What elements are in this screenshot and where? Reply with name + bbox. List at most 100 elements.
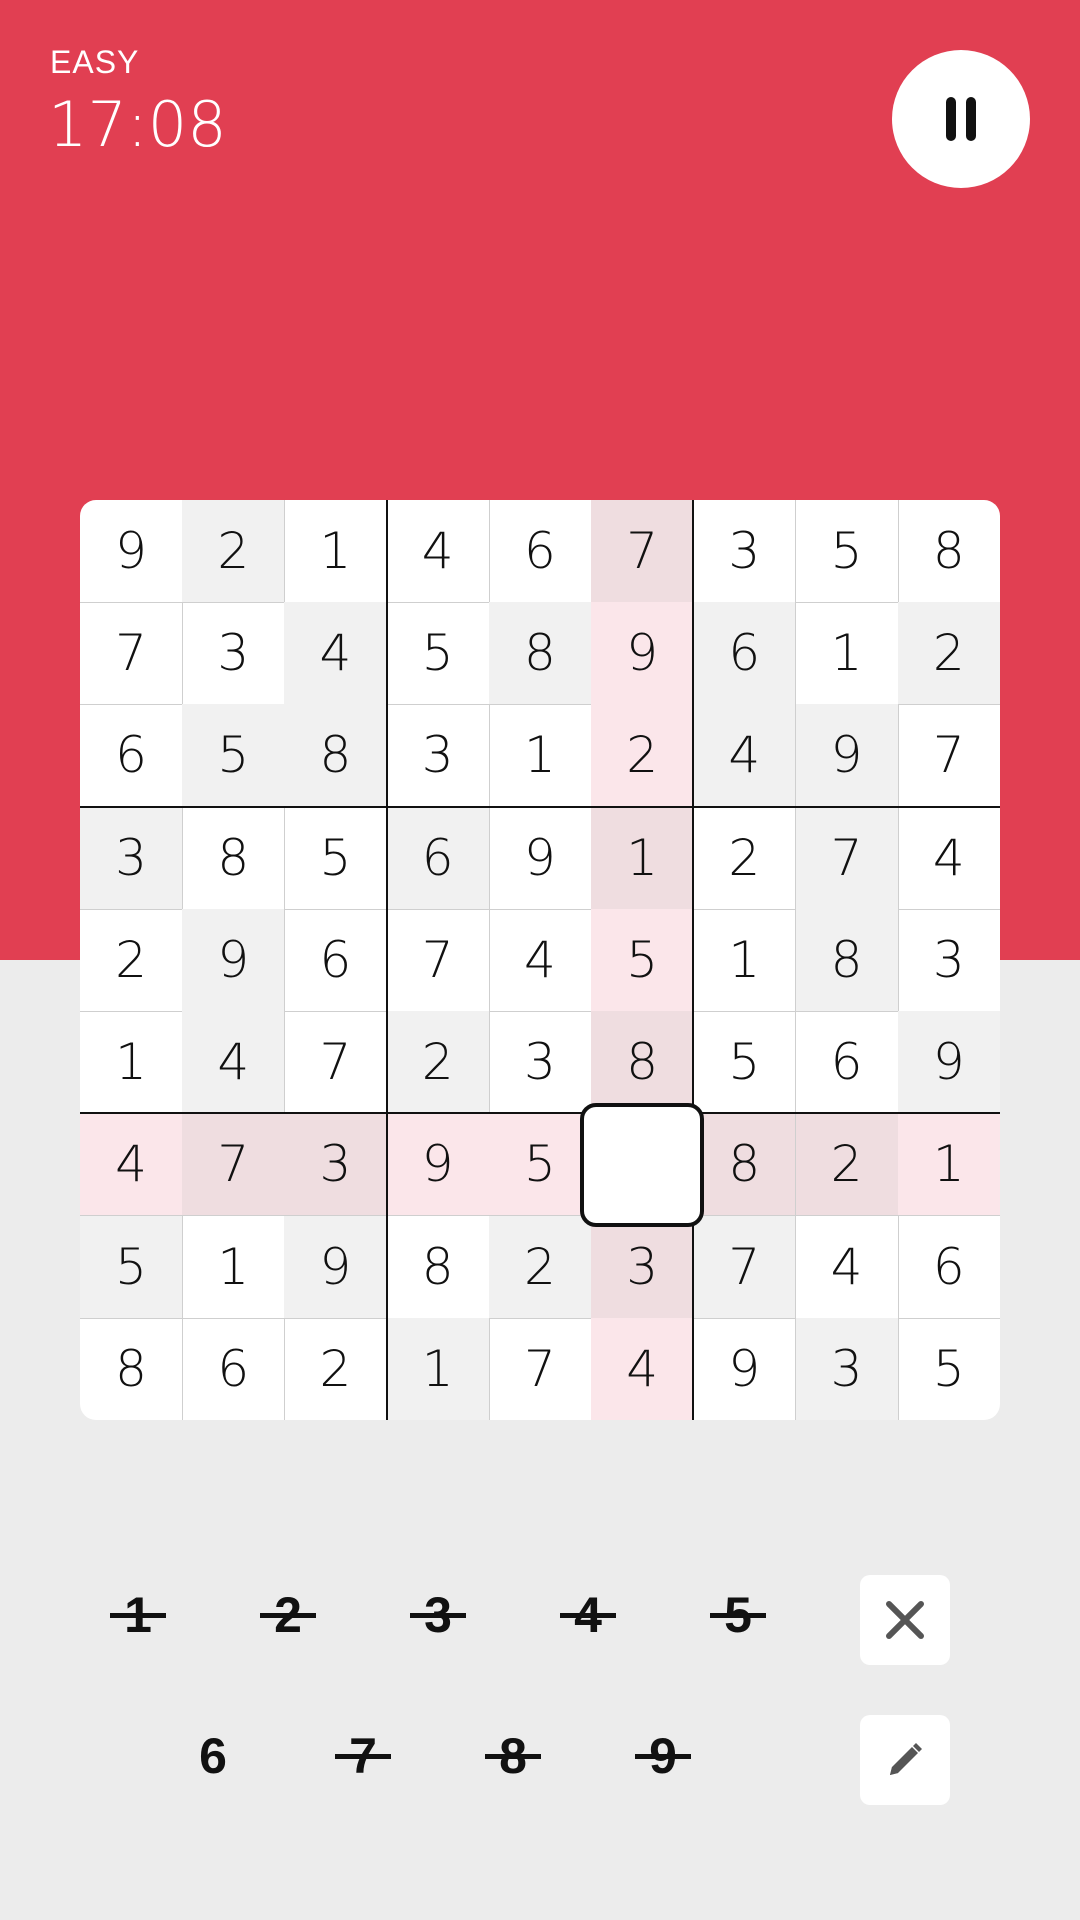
board-cell[interactable]: 7 xyxy=(897,704,1000,808)
board-cell[interactable]: 8 xyxy=(897,500,1000,603)
board-cell[interactable]: 9 xyxy=(488,806,592,910)
board-cell[interactable]: 2 xyxy=(386,1011,490,1115)
board-cell[interactable]: 8 xyxy=(488,602,592,706)
board-cell[interactable]: 5 xyxy=(591,908,695,1012)
board-cell[interactable]: 1 xyxy=(591,806,695,910)
board-cell[interactable]: 3 xyxy=(284,1113,388,1217)
board-cell[interactable]: 6 xyxy=(182,1317,286,1420)
board-cell[interactable]: 5 xyxy=(488,1113,592,1217)
board-cell[interactable]: 6 xyxy=(488,500,592,603)
timer: 17:08 xyxy=(48,88,227,161)
board-cell[interactable]: 8 xyxy=(182,806,286,910)
board-cell[interactable]: 9 xyxy=(80,500,183,603)
board-cell[interactable]: 3 xyxy=(693,500,797,603)
board-cell[interactable]: 5 xyxy=(693,1011,797,1115)
board-cell[interactable]: 1 xyxy=(284,500,388,603)
board-cell[interactable]: 1 xyxy=(897,1113,1000,1217)
board-cell[interactable]: 3 xyxy=(80,806,183,910)
board-cell[interactable]: 5 xyxy=(80,1215,183,1319)
board-cell[interactable]: 7 xyxy=(386,908,490,1012)
board-cell[interactable]: 4 xyxy=(795,1215,899,1319)
board-cell[interactable]: 7 xyxy=(693,1215,797,1319)
board-cell[interactable]: 2 xyxy=(488,1215,592,1319)
number-button-2[interactable]: 2 xyxy=(238,1565,338,1665)
board-cell[interactable]: 1 xyxy=(182,1215,286,1319)
board-cell[interactable]: 9 xyxy=(591,602,695,706)
board-cell[interactable]: 7 xyxy=(182,1113,286,1217)
board-cell[interactable]: 5 xyxy=(284,806,388,910)
board-cell[interactable]: 5 xyxy=(386,602,490,706)
selected-cell[interactable] xyxy=(580,1103,704,1227)
board-cell[interactable]: 5 xyxy=(897,1317,1000,1420)
board-cell[interactable]: 2 xyxy=(80,908,183,1012)
board-cell[interactable]: 8 xyxy=(284,704,388,808)
erase-button[interactable] xyxy=(860,1575,950,1665)
board-cell[interactable]: 4 xyxy=(488,908,592,1012)
board-cell[interactable]: 9 xyxy=(693,1317,797,1420)
board-cell[interactable]: 4 xyxy=(897,806,1000,910)
board-cell[interactable]: 1 xyxy=(488,704,592,808)
board-cell[interactable]: 1 xyxy=(795,602,899,706)
number-button-3[interactable]: 3 xyxy=(388,1565,488,1665)
board-cell[interactable]: 8 xyxy=(693,1113,797,1217)
board-cell[interactable]: 8 xyxy=(80,1317,183,1420)
board-cell[interactable]: 4 xyxy=(386,500,490,603)
board-cell[interactable]: 8 xyxy=(591,1011,695,1115)
number-button-5[interactable]: 5 xyxy=(688,1565,788,1665)
board-cell[interactable]: 7 xyxy=(795,806,899,910)
board-cell[interactable]: 4 xyxy=(693,704,797,808)
block-divider-vertical xyxy=(692,500,695,1420)
notes-button[interactable] xyxy=(860,1715,950,1805)
board-cell[interactable]: 9 xyxy=(284,1215,388,1319)
board-cell[interactable]: 2 xyxy=(591,704,695,808)
number-button-4[interactable]: 4 xyxy=(538,1565,638,1665)
board-cell[interactable]: 1 xyxy=(386,1317,490,1420)
board-cell[interactable]: 4 xyxy=(182,1011,286,1115)
block-divider-horizontal xyxy=(80,805,1000,808)
number-button-8[interactable]: 8 xyxy=(463,1706,563,1806)
board-cell[interactable]: 5 xyxy=(182,704,286,808)
used-strikethrough xyxy=(635,1754,691,1759)
board-cell[interactable]: 6 xyxy=(80,704,183,808)
pause-button[interactable] xyxy=(892,50,1030,188)
board-cell[interactable]: 4 xyxy=(591,1317,695,1420)
board-cell[interactable]: 2 xyxy=(693,806,797,910)
board-cell[interactable]: 7 xyxy=(284,1011,388,1115)
board-cell[interactable]: 2 xyxy=(284,1317,388,1420)
used-strikethrough xyxy=(710,1613,766,1618)
number-button-1[interactable]: 1 xyxy=(88,1565,188,1665)
board-cell[interactable]: 1 xyxy=(80,1011,183,1115)
board-cell[interactable]: 8 xyxy=(795,908,899,1012)
board-cell[interactable]: 3 xyxy=(386,704,490,808)
board-cell[interactable]: 6 xyxy=(386,806,490,910)
pause-icon xyxy=(946,97,956,141)
board-cell[interactable]: 3 xyxy=(795,1317,899,1420)
board-cell[interactable]: 7 xyxy=(80,602,183,706)
number-button-9[interactable]: 9 xyxy=(613,1706,713,1806)
board-cell[interactable]: 9 xyxy=(795,704,899,808)
board-cell[interactable]: 3 xyxy=(182,602,286,706)
board-cell[interactable]: 2 xyxy=(795,1113,899,1217)
board-cell[interactable]: 2 xyxy=(182,500,286,603)
board-cell[interactable]: 3 xyxy=(488,1011,592,1115)
board-cell[interactable]: 1 xyxy=(693,908,797,1012)
board-cell[interactable]: 4 xyxy=(80,1113,183,1217)
board-cell[interactable]: 9 xyxy=(897,1011,1000,1115)
board-cell[interactable]: 6 xyxy=(284,908,388,1012)
board-cell[interactable]: 6 xyxy=(795,1011,899,1115)
board-cell[interactable]: 4 xyxy=(284,602,388,706)
number-button-6[interactable]: 6 xyxy=(163,1706,263,1806)
board-cell[interactable]: 6 xyxy=(693,602,797,706)
used-strikethrough xyxy=(335,1754,391,1759)
board-cell[interactable]: 3 xyxy=(591,1215,695,1319)
board-cell[interactable]: 5 xyxy=(795,500,899,603)
board-cell[interactable]: 2 xyxy=(897,602,1000,706)
board-cell[interactable]: 8 xyxy=(386,1215,490,1319)
board-cell[interactable]: 9 xyxy=(386,1113,490,1217)
board-cell[interactable]: 3 xyxy=(897,908,1000,1012)
board-cell[interactable]: 7 xyxy=(488,1317,592,1420)
board-cell[interactable]: 9 xyxy=(182,908,286,1012)
number-button-7[interactable]: 7 xyxy=(313,1706,413,1806)
board-cell[interactable]: 7 xyxy=(591,500,695,603)
board-cell[interactable]: 6 xyxy=(897,1215,1000,1319)
